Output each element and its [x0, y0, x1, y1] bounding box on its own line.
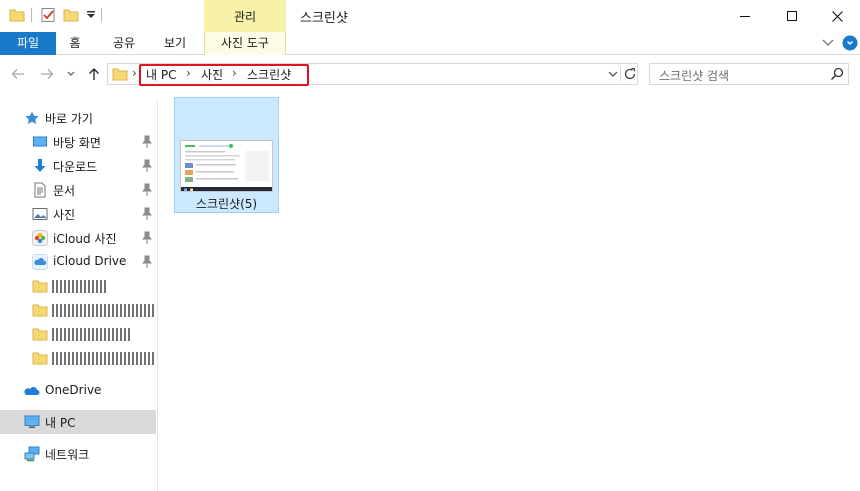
pin-icon	[141, 207, 153, 220]
nav-item-icloud-photos[interactable]: iCloud 사진	[0, 226, 156, 250]
tab-view[interactable]: 보기	[155, 32, 195, 55]
redacted-label	[52, 304, 156, 317]
folder-icon	[32, 328, 48, 341]
tab-home[interactable]: 홈	[60, 32, 90, 55]
thumbnail-image	[181, 141, 272, 191]
customize-qat-icon[interactable]	[83, 7, 99, 23]
maximize-button[interactable]	[769, 0, 815, 32]
folder-icon	[32, 304, 48, 317]
tab-picture-tools[interactable]: 사진 도구	[204, 32, 286, 55]
chevron-down-icon	[67, 71, 75, 76]
nav-network[interactable]: 네트워크	[0, 442, 156, 466]
expand-ribbon-icon[interactable]	[822, 38, 834, 48]
window-title: 스크린샷	[300, 11, 348, 26]
onedrive-cloud-icon	[24, 386, 40, 395]
refresh-icon[interactable]	[623, 67, 637, 81]
new-folder-icon[interactable]	[63, 7, 79, 23]
nav-item-label: 다운로드	[53, 160, 98, 174]
search-placeholder: 스크린샷 검색	[659, 69, 730, 83]
redacted-label	[52, 280, 106, 293]
context-tab-header: 관리	[204, 0, 286, 32]
navigation-pane: 바로 가기 바탕 화면 다운로드 문서 사진 iCloud 사진 iCloud …	[0, 100, 158, 491]
back-button[interactable]	[10, 66, 26, 82]
file-list: 스크린샷(5)	[160, 92, 860, 491]
nav-item-documents[interactable]: 문서	[0, 178, 156, 202]
tab-file[interactable]: 파일	[0, 32, 56, 55]
nav-item-redacted-folder[interactable]	[0, 346, 156, 370]
recent-locations-button[interactable]	[65, 66, 77, 82]
nav-item-label: 사진	[53, 208, 76, 222]
ribbon-tabs: 파일 홈 공유 보기 사진 도구	[0, 32, 860, 55]
annotation-highlight-box	[139, 64, 309, 86]
nav-item-desktop[interactable]: 바탕 화면	[0, 130, 156, 154]
up-button[interactable]	[86, 66, 102, 82]
nav-quick-access-label: 바로 가기	[45, 112, 93, 126]
nav-item-label: iCloud 사진	[53, 232, 117, 246]
properties-icon[interactable]	[40, 7, 56, 23]
pin-icon	[141, 255, 153, 268]
file-name: 스크린샷(5)	[195, 197, 258, 211]
help-icon[interactable]	[842, 35, 858, 51]
pin-icon	[141, 231, 153, 244]
file-item-selected[interactable]: 스크린샷(5)	[174, 97, 279, 213]
folder-icon[interactable]	[9, 7, 25, 23]
nav-quick-access[interactable]: 바로 가기	[0, 106, 156, 130]
nav-item-label: 바탕 화면	[53, 136, 101, 150]
nav-item-label: iCloud Drive	[53, 254, 127, 268]
nav-item-icloud-drive[interactable]: iCloud Drive	[0, 250, 156, 274]
redacted-label	[52, 328, 130, 341]
address-row: › 내 PC › 사진 › 스크린샷 스크린샷 검색	[0, 56, 860, 92]
nav-item-pictures[interactable]: 사진	[0, 202, 156, 226]
qat-separator	[101, 8, 102, 22]
folder-icon	[32, 352, 48, 365]
title-bar: 관리 스크린샷	[0, 0, 860, 32]
this-pc-icon	[24, 415, 40, 428]
qat-separator	[31, 8, 32, 22]
nav-item-redacted-folder[interactable]	[0, 274, 156, 298]
network-icon	[24, 446, 40, 462]
breadcrumb-separator: ›	[132, 66, 137, 80]
pin-icon	[141, 183, 153, 196]
nav-onedrive-label: OneDrive	[45, 383, 102, 397]
file-thumbnail	[180, 140, 273, 192]
address-divider	[620, 66, 621, 82]
redacted-label	[52, 352, 156, 365]
nav-item-downloads[interactable]: 다운로드	[0, 154, 156, 178]
tab-share[interactable]: 공유	[104, 32, 144, 55]
close-icon	[831, 10, 843, 22]
nav-item-label: 문서	[53, 184, 76, 198]
nav-this-pc[interactable]: 내 PC	[0, 410, 156, 434]
search-icon[interactable]	[830, 67, 844, 81]
forward-arrow-icon	[41, 69, 54, 79]
up-arrow-icon	[89, 68, 99, 80]
maximize-icon	[787, 11, 797, 21]
folder-icon	[112, 68, 128, 81]
nav-this-pc-label: 내 PC	[45, 416, 76, 430]
minimize-button[interactable]	[722, 0, 768, 32]
folder-icon	[32, 280, 48, 293]
pictures-icon	[32, 208, 48, 220]
nav-item-redacted-folder[interactable]	[0, 322, 156, 346]
pin-icon	[141, 135, 153, 148]
icloud-photos-icon	[32, 230, 48, 246]
forward-button[interactable]	[39, 66, 55, 82]
nav-item-redacted-folder[interactable]	[0, 298, 156, 322]
document-icon	[34, 182, 46, 198]
address-dropdown-icon[interactable]	[608, 71, 618, 78]
pin-icon	[141, 159, 153, 172]
star-icon	[25, 111, 39, 124]
nav-network-label: 네트워크	[45, 448, 90, 462]
minimize-icon	[740, 16, 750, 17]
nav-onedrive[interactable]: OneDrive	[0, 379, 156, 403]
back-arrow-icon	[11, 69, 24, 79]
desktop-icon	[33, 136, 47, 147]
icloud-drive-icon	[32, 254, 48, 270]
search-box[interactable]: 스크린샷 검색	[649, 63, 849, 85]
close-button[interactable]	[814, 0, 860, 32]
download-arrow-icon	[34, 159, 46, 172]
